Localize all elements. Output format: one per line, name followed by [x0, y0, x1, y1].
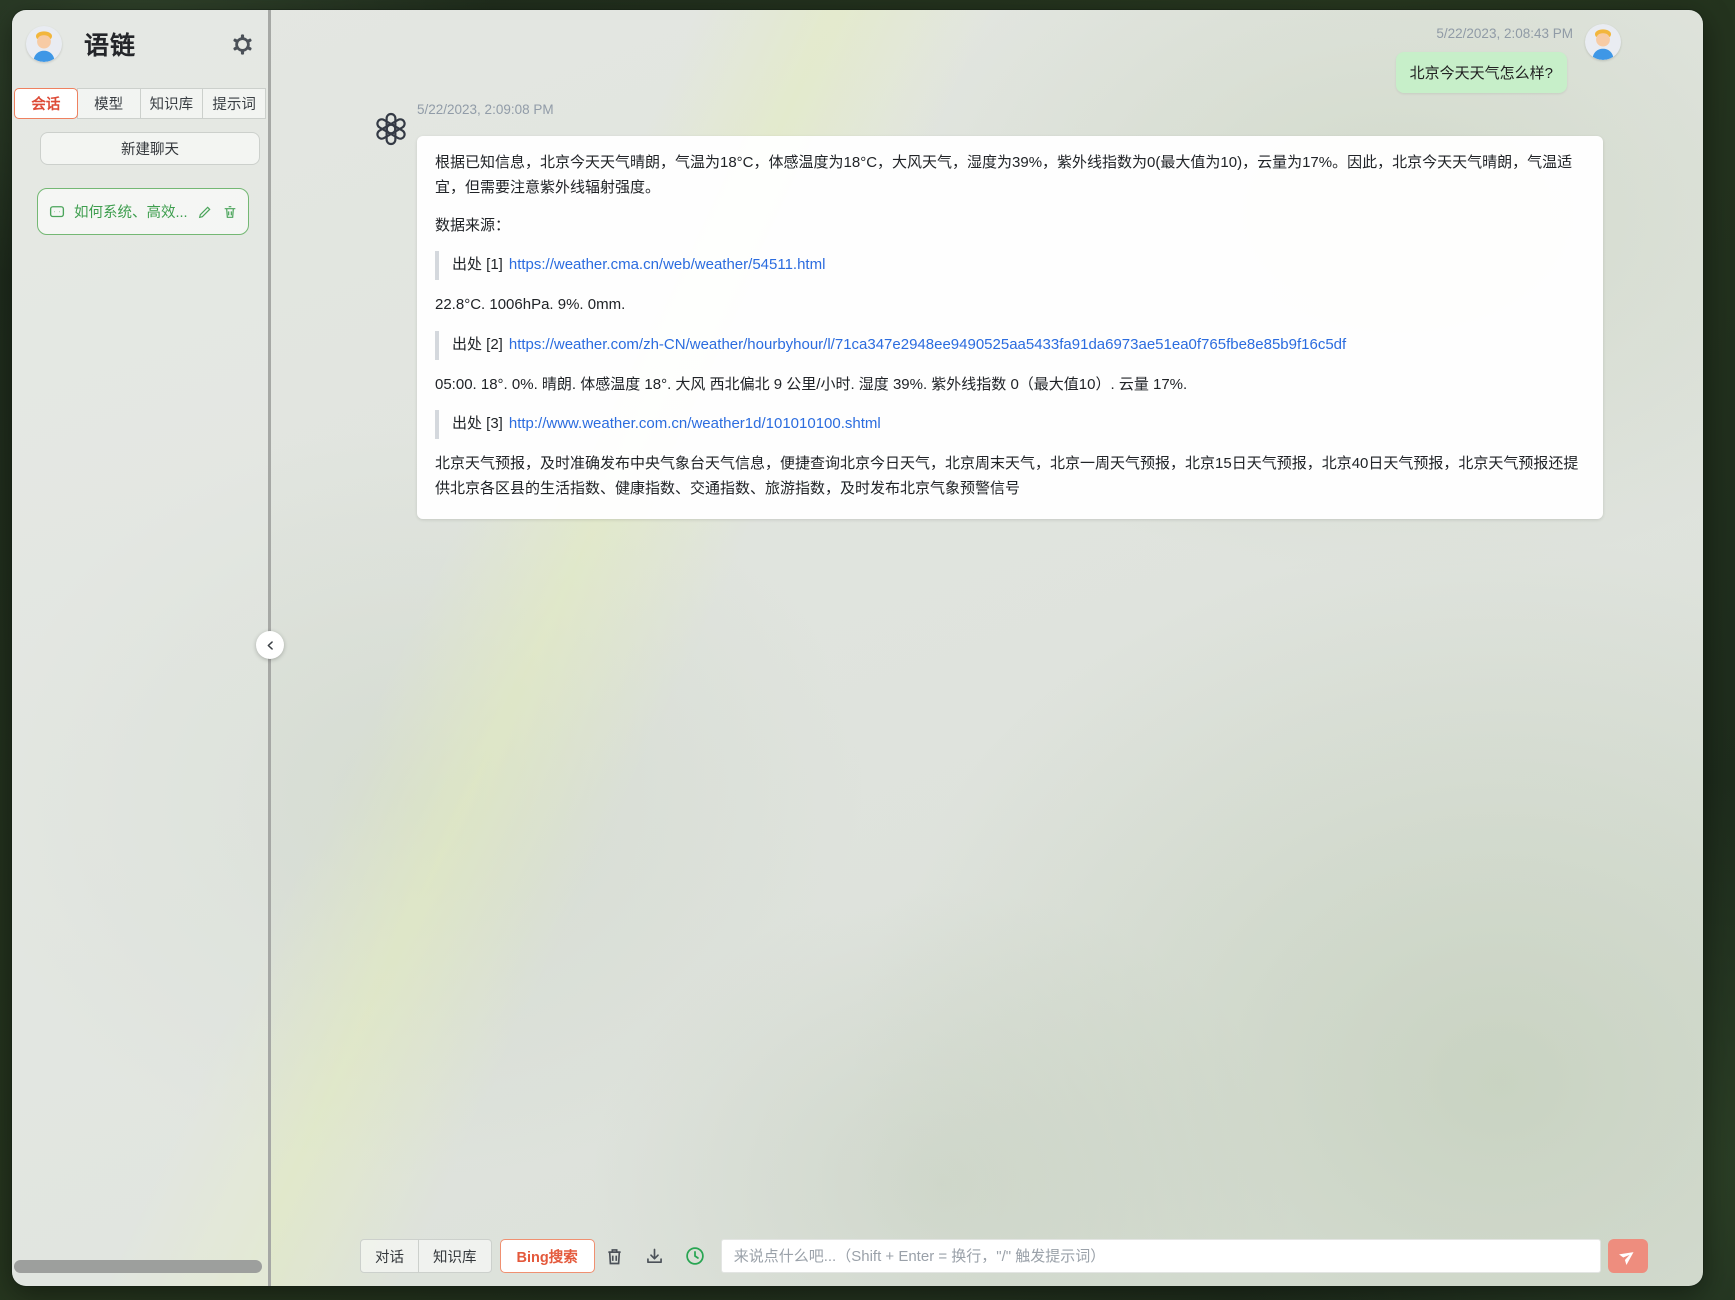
chat-bubble-icon [48, 203, 66, 221]
assistant-message-card: 根据已知信息，北京今天天气晴朗，气温为18°C，体感温度为18°C，大风天气，湿… [417, 136, 1603, 519]
chat-list-item[interactable]: 如何系统、高效... [37, 188, 249, 235]
app-window: 语链 会话 模型 知识库 提示词 新建聊天 如何系统、高效... 5/22/20… [12, 10, 1703, 1286]
user-message-bubble: 北京今天天气怎么样? [1395, 52, 1567, 93]
send-button[interactable] [1608, 1239, 1648, 1273]
sidebar-tab-prompts[interactable]: 提示词 [202, 88, 266, 119]
assistant-avatar-openai-icon [372, 110, 410, 148]
user-avatar [1585, 24, 1621, 60]
citation-prefix: 出处 [1] [452, 256, 503, 274]
sources-label: 数据来源： [435, 216, 511, 234]
export-download-icon[interactable] [635, 1239, 675, 1273]
chevron-left-icon [267, 640, 273, 650]
assistant-message-timestamp: 5/22/2023, 2:09:08 PM [417, 102, 554, 117]
user-avatar[interactable] [26, 26, 62, 62]
sidebar-tab-conversations[interactable]: 会话 [14, 88, 78, 119]
sidebar: 语链 会话 模型 知识库 提示词 新建聊天 如何系统、高效... [12, 10, 268, 1286]
citation-quote: 出处 [3] http://www.weather.com.cn/weather1… [435, 410, 1585, 439]
composer-tab-bing-search[interactable]: Bing搜索 [499, 1239, 595, 1273]
sidebar-collapse-button[interactable] [256, 631, 284, 659]
citation-quote: 出处 [2] https://weather.com/zh-CN/weather/… [435, 330, 1585, 360]
sidebar-tab-bar: 会话 模型 知识库 提示词 [14, 88, 266, 119]
citation-quote: 出处 [1] https://weather.cma.cn/web/weather… [435, 251, 1585, 280]
composer-tab-dialogue[interactable]: 对话 [360, 1239, 419, 1273]
composer-tab-knowledge[interactable]: 知识库 [418, 1239, 492, 1273]
settings-gear-icon[interactable] [230, 32, 254, 56]
sidebar-tab-knowledge[interactable]: 知识库 [139, 88, 204, 119]
citation-link[interactable]: https://weather.cma.cn/web/weather/54511… [509, 256, 826, 273]
citation-link[interactable]: https://weather.com/zh-CN/weather/hourby… [509, 336, 1346, 353]
composer-bar: 对话 知识库 Bing搜索 [360, 1238, 1648, 1274]
message-input[interactable] [720, 1239, 1601, 1273]
sidebar-header: 语链 [26, 22, 254, 66]
delete-trash-icon[interactable] [222, 204, 238, 220]
assistant-paragraph: 根据已知信息，北京今天天气晴朗，气温为18°C，体感温度为18°C，大风天气，湿… [435, 154, 1573, 196]
sidebar-tab-models[interactable]: 模型 [76, 88, 141, 119]
citation-link[interactable]: http://www.weather.com.cn/weather1d/1010… [509, 415, 881, 432]
chat-item-title: 如何系统、高效... [74, 205, 188, 221]
user-message-timestamp: 5/22/2023, 2:08:43 PM [1436, 26, 1573, 41]
citation-snippet: 北京天气预报，及时准确发布中央气象台天气信息，便捷查询北京今日天气，北京周末天气… [435, 455, 1579, 497]
edit-pencil-icon[interactable] [197, 204, 213, 220]
app-title: 语链 [84, 32, 137, 60]
sidebar-scrollbar[interactable] [14, 1260, 262, 1273]
citation-prefix: 出处 [2] [452, 335, 503, 353]
citation-prefix: 出处 [3] [452, 415, 503, 433]
citation-snippet: 05:00. 18°. 0%. 晴朗. 体感温度 18°. 大风 西北偏北 9 … [435, 375, 1188, 393]
history-clock-icon[interactable] [675, 1239, 715, 1273]
clear-trash-icon[interactable] [595, 1239, 635, 1273]
citation-snippet: 22.8°C. 1006hPa. 9%. 0mm. [435, 296, 626, 313]
new-chat-button[interactable]: 新建聊天 [40, 132, 260, 165]
send-plane-icon [1619, 1252, 1634, 1265]
chat-area: 5/22/2023, 2:08:43 PM 北京今天天气怎么样? 5/22/20… [271, 10, 1703, 1286]
